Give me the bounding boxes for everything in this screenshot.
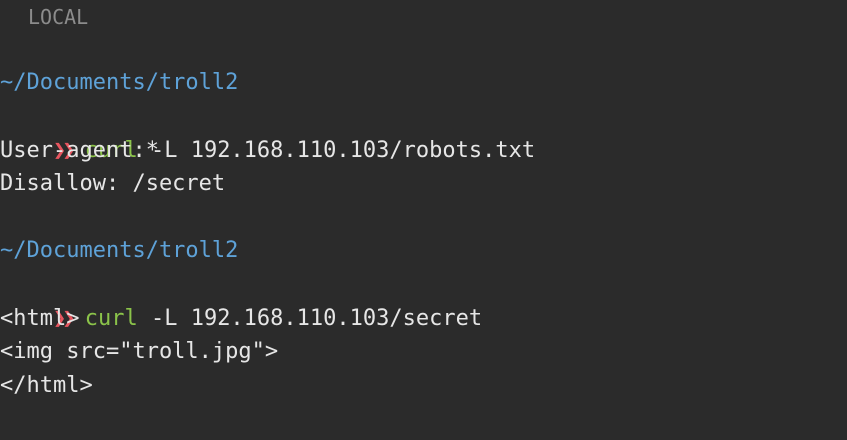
- output-line: <img src="troll.jpg">: [0, 339, 279, 364]
- command-name: curl: [84, 306, 138, 331]
- command-line: ❯❯ curl -L 192.168.110.103/secret: [0, 268, 482, 331]
- command-args: -L 192.168.110.103/robots.txt: [137, 138, 536, 163]
- cwd-path: ~/Documents/troll2: [0, 70, 239, 95]
- output-line: </html>: [0, 373, 93, 398]
- output-line: User-agent:*: [0, 138, 159, 163]
- output-line: Disallow: /secret: [0, 171, 226, 196]
- output-line: <html>: [0, 306, 80, 331]
- command-args: -L 192.168.110.103/secret: [137, 306, 483, 331]
- session-header: LOCAL: [28, 5, 89, 29]
- cwd-path: ~/Documents/troll2: [0, 238, 239, 263]
- command-line: ❯❯ curl -L 192.168.110.103/robots.txt: [0, 100, 535, 163]
- terminal-window[interactable]: LOCAL ~/Documents/troll2 ❯❯ curl -L 192.…: [0, 0, 847, 440]
